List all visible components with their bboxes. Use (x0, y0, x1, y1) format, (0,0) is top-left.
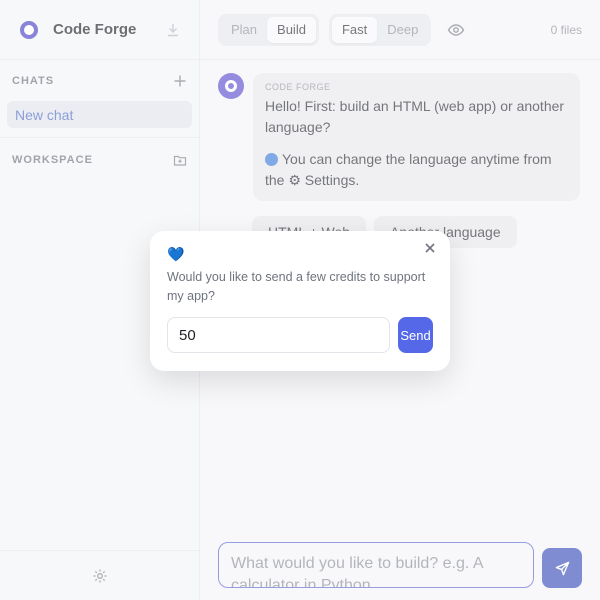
close-icon[interactable] (425, 243, 435, 253)
support-credits-dialog: 💙 Would you like to send a few credits t… (150, 231, 450, 371)
send-credits-button[interactable]: Send (398, 317, 433, 353)
dialog-message: Would you like to send a few credits to … (167, 270, 426, 303)
dialog-actions: Send (167, 317, 433, 353)
blue-heart-icon: 💙 (167, 246, 185, 262)
credit-amount-input[interactable] (167, 317, 390, 353)
